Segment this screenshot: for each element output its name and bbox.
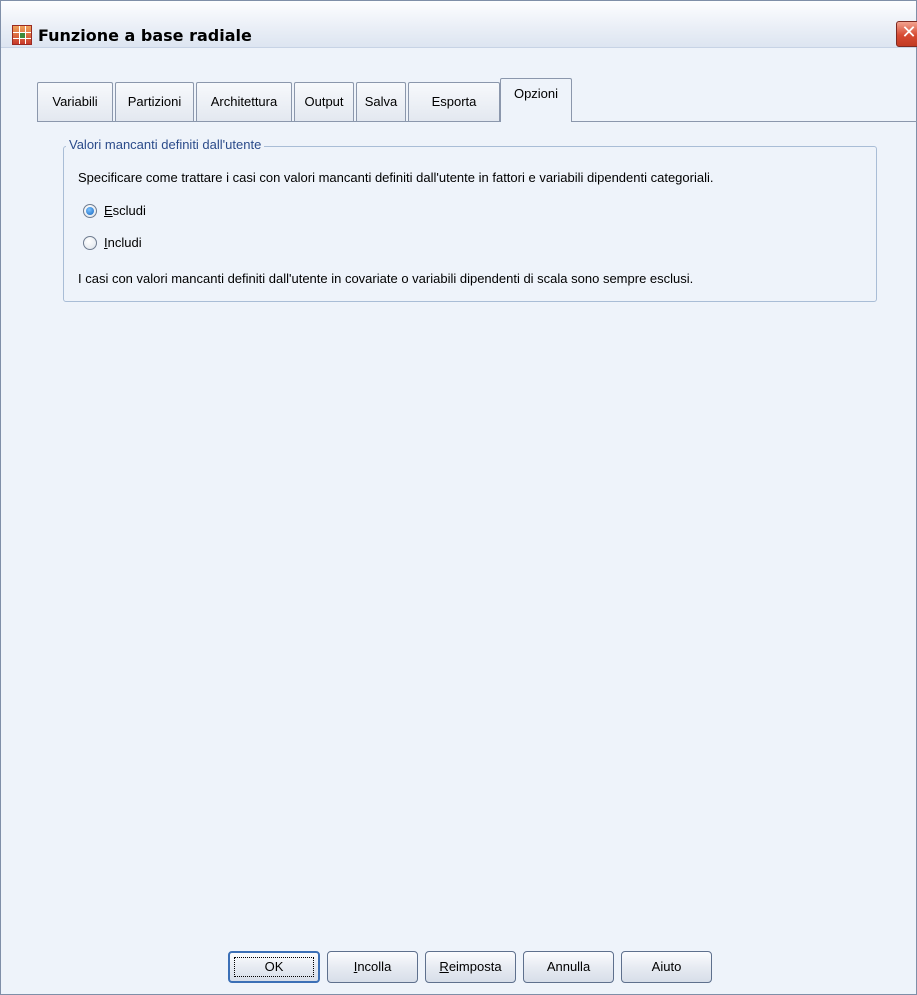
tab-salva[interactable]: Salva — [356, 82, 406, 121]
reset-button[interactable]: Reimposta — [425, 951, 516, 983]
tab-esporta[interactable]: Esporta — [408, 82, 500, 121]
close-icon[interactable]: ✕ — [896, 21, 917, 47]
tab-architettura[interactable]: Architettura — [196, 82, 292, 121]
reset-button-label: eimposta — [448, 959, 502, 974]
dialog-window: Funzione a base radiale ✕ Variabili Part… — [0, 0, 917, 995]
include-radio-label[interactable]: Includi — [104, 235, 142, 250]
ok-button-label: OK — [264, 959, 284, 974]
exclude-radio[interactable] — [83, 204, 97, 218]
tab-strip: Variabili Partizioni Architettura Output… — [37, 78, 577, 122]
cancel-button-label: Annulla — [546, 959, 591, 974]
tab-opzioni[interactable]: Opzioni — [500, 78, 572, 122]
missing-values-note: I casi con valori mancanti definiti dall… — [78, 271, 694, 286]
missing-values-description: Specificare come trattare i casi con val… — [78, 170, 714, 185]
missing-values-group-label: Valori mancanti definiti dall'utente — [66, 137, 265, 152]
exclude-radio-label[interactable]: Escludi — [104, 203, 146, 218]
paste-button[interactable]: Incolla — [327, 951, 418, 983]
help-button-label: Aiuto — [651, 959, 682, 974]
spss-table-icon — [12, 25, 32, 45]
paste-button-label: ncolla — [357, 959, 392, 974]
title-bar[interactable]: Funzione a base radiale ✕ — [1, 1, 917, 48]
help-button[interactable]: Aiuto — [621, 951, 712, 983]
tab-partizioni[interactable]: Partizioni — [115, 82, 194, 121]
reset-button-mnemonic: R — [439, 959, 449, 974]
ok-button[interactable]: OK — [228, 951, 320, 983]
include-radio[interactable] — [83, 236, 97, 250]
window-title: Funzione a base radiale — [38, 26, 252, 45]
tab-variabili[interactable]: Variabili — [37, 82, 113, 121]
cancel-button[interactable]: Annulla — [523, 951, 614, 983]
tab-output[interactable]: Output — [294, 82, 354, 121]
